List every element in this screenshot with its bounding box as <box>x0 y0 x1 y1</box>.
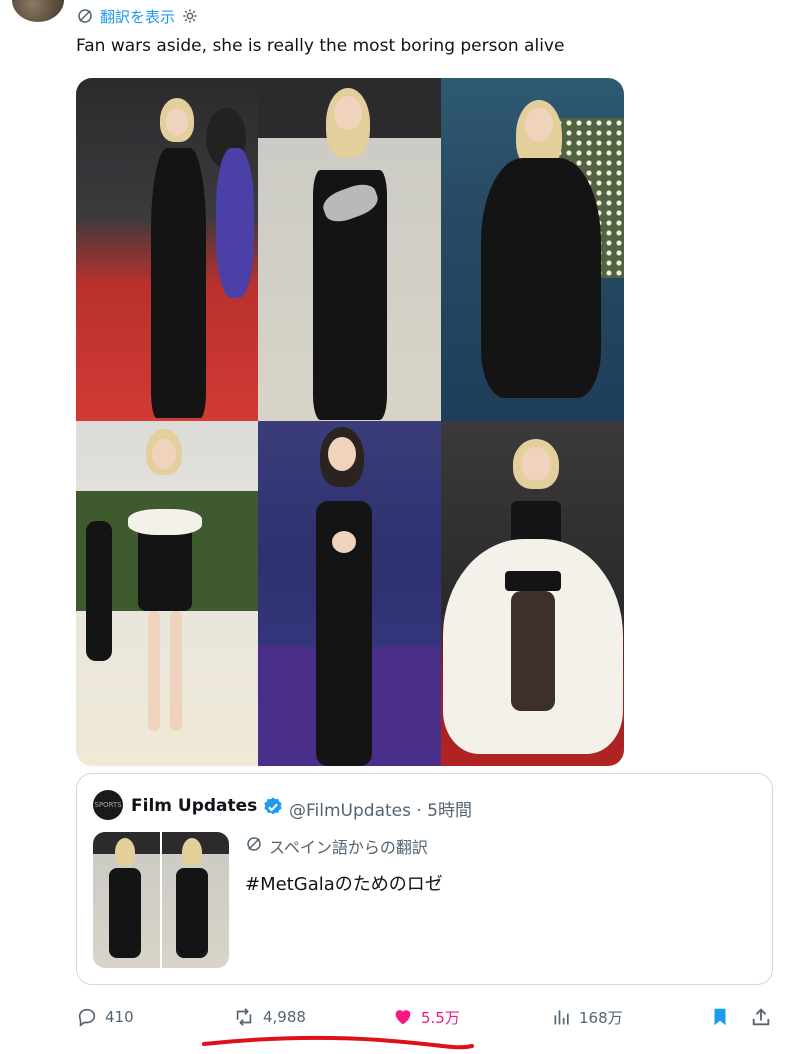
like-count: 5.5万 <box>421 1008 460 1027</box>
share-icon <box>750 1006 772 1028</box>
quote-handle-time: @FilmUpdates · 5時間 <box>289 801 472 821</box>
retweet-button[interactable]: 4,988 <box>232 1000 306 1034</box>
quote-translation-row: スペイン語からの翻訳 <box>245 834 428 858</box>
quote-translation-label: スペイン語からの翻訳 <box>269 838 428 857</box>
quote-text: #MetGalaのためのロゼ <box>245 874 443 895</box>
views-count: 168万 <box>579 1008 623 1027</box>
gear-icon[interactable] <box>181 7 199 25</box>
photo-6[interactable] <box>441 421 624 766</box>
heart-icon <box>392 1006 414 1028</box>
tweet-text: Fan wars aside, she is really the most b… <box>76 36 565 56</box>
quote-avatar[interactable]: SPORTS <box>93 790 123 820</box>
photo-3[interactable] <box>441 78 624 421</box>
media-grid <box>76 78 624 766</box>
photo-4[interactable] <box>76 421 258 766</box>
photo-5[interactable] <box>258 421 441 766</box>
photo-2[interactable] <box>258 78 441 421</box>
bookmark-button[interactable] <box>709 1000 731 1034</box>
translate-icon <box>245 835 263 857</box>
action-bar: 410 4,988 5.5万 168万 <box>0 1000 802 1034</box>
retweet-count: 4,988 <box>263 1008 306 1026</box>
views-icon <box>552 1007 572 1027</box>
retweet-icon <box>232 1006 256 1028</box>
translate-row: 翻訳を表示 <box>76 5 199 27</box>
like-button[interactable]: 5.5万 <box>392 1000 460 1034</box>
views-button[interactable]: 168万 <box>552 1000 623 1034</box>
author-avatar[interactable] <box>12 0 64 22</box>
reply-button[interactable]: 410 <box>76 1000 134 1034</box>
photo-1[interactable] <box>76 78 258 421</box>
translate-link[interactable]: 翻訳を表示 <box>100 6 175 27</box>
quote-author-name[interactable]: Film Updates <box>131 796 257 816</box>
verified-badge-icon <box>262 796 284 823</box>
reply-icon <box>76 1006 98 1028</box>
reply-count: 410 <box>105 1008 134 1026</box>
quoted-tweet[interactable]: SPORTS Film Updates @FilmUpdates · 5時間 ス… <box>76 773 773 985</box>
share-button[interactable] <box>750 1000 772 1034</box>
translate-icon <box>76 7 94 25</box>
bookmark-icon <box>709 1005 731 1029</box>
quote-media[interactable] <box>93 832 229 968</box>
red-underline-annotation <box>202 1035 474 1050</box>
